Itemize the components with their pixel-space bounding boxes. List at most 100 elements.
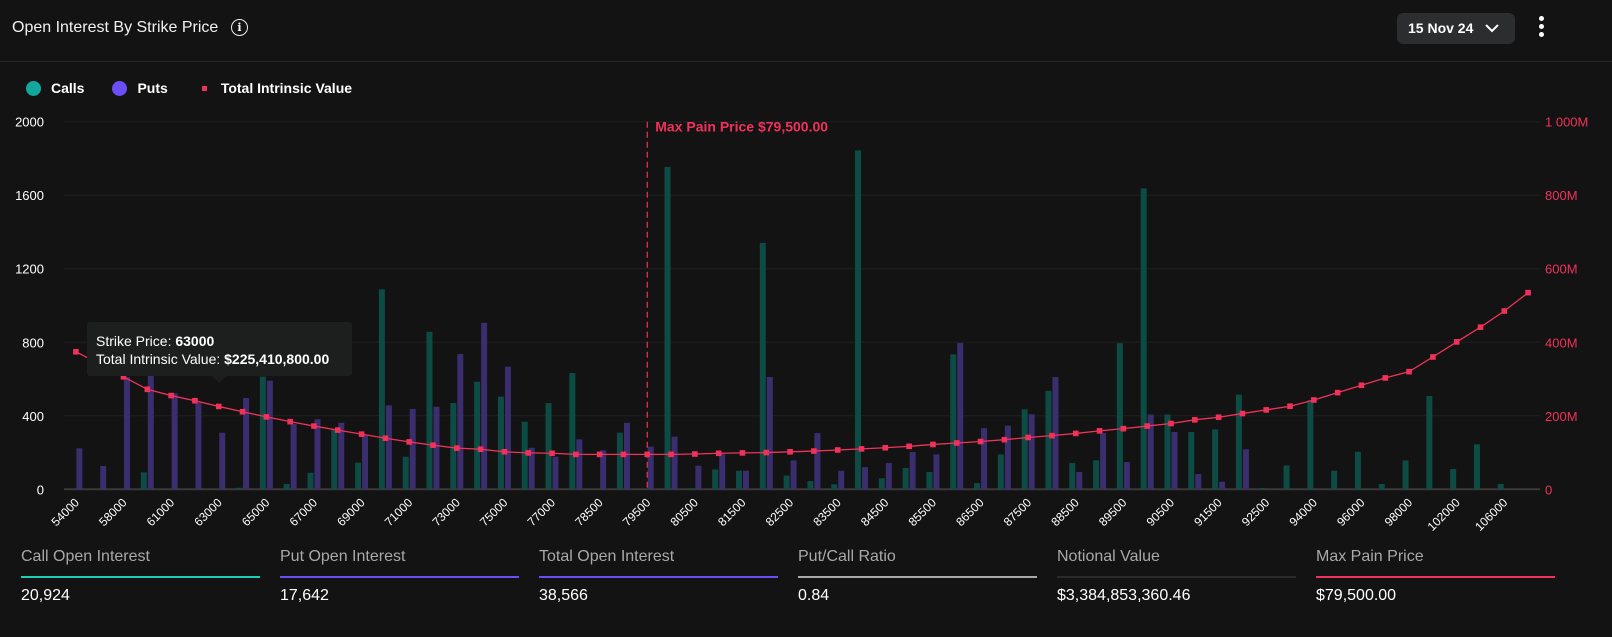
call-bar (1307, 400, 1314, 490)
more-vertical-icon[interactable] (1535, 16, 1547, 42)
put-bar (933, 454, 940, 490)
call-bar (1450, 469, 1457, 490)
call-bar (735, 470, 742, 490)
call-bar (1188, 431, 1195, 490)
intrinsic-value-point (1358, 382, 1365, 389)
y-right-tick-label: 200M (1545, 409, 1578, 424)
put-bar (1195, 474, 1202, 490)
y-right-tick-label: 400M (1545, 335, 1578, 350)
call-bar (950, 354, 957, 490)
intrinsic-value-point (311, 423, 317, 429)
call-bar (355, 462, 362, 490)
intrinsic-value-point (834, 447, 841, 453)
puts-swatch-icon (112, 80, 128, 96)
stat-label: Call Open Interest (21, 548, 150, 565)
x-tick-label: 106000 (1472, 495, 1510, 533)
put-bar (909, 451, 916, 490)
put-bar (195, 402, 202, 490)
x-tick-label: 87500 (1001, 495, 1035, 529)
put-bar (1028, 414, 1035, 490)
legend-label: Puts (137, 80, 168, 96)
x-tick-label: 81500 (715, 495, 749, 529)
put-bar (576, 439, 583, 490)
stat-label: Notional Value (1057, 548, 1160, 565)
call-bar (140, 472, 147, 490)
intrinsic-value-point (430, 442, 436, 448)
x-tick-label: 94000 (1286, 495, 1320, 529)
call-bar (616, 432, 623, 490)
put-bar (219, 432, 226, 490)
intrinsic-value-point (192, 397, 198, 404)
intrinsic-value-point (287, 418, 293, 425)
y-right-tick-label: 0 (1545, 482, 1552, 497)
x-tick-label: 102000 (1425, 495, 1463, 533)
call-bar (1497, 483, 1504, 490)
intrinsic-value-point (858, 446, 865, 452)
intrinsic-value-point (1477, 324, 1484, 330)
intrinsic-value-point (787, 449, 793, 455)
call-bar (259, 376, 266, 490)
legend-item-puts[interactable]: Puts (112, 80, 168, 96)
stat-label: Max Pain Price (1316, 548, 1424, 565)
call-bar (402, 456, 409, 490)
intrinsic-value-point (215, 403, 222, 410)
put-bar (1100, 433, 1107, 490)
intrinsic-value-point (501, 449, 508, 455)
tooltip-arrow (212, 376, 226, 383)
chevron-down-icon (1485, 24, 1499, 33)
put-bar (1242, 449, 1249, 490)
intrinsic-value-point (1501, 308, 1508, 314)
y-left-tick-label: 400 (22, 409, 44, 424)
y-right-tick-label: 800M (1545, 188, 1578, 203)
call-bar (1378, 483, 1385, 490)
call-bar (1402, 460, 1409, 490)
legend-item-calls[interactable]: Calls (26, 80, 84, 96)
put-bar (171, 393, 178, 490)
stat-put-call-ratio: Put/Call Ratio 0.84 (798, 548, 1037, 605)
stat-total-open-interest: Total Open Interest 38,566 (539, 548, 778, 605)
intrinsic-value-point (1192, 417, 1198, 423)
put-bar (790, 460, 797, 490)
legend-label: Calls (51, 80, 85, 96)
put-bar (957, 342, 964, 490)
x-tick-label: 83500 (810, 495, 844, 529)
intrinsic-value-point (1334, 389, 1341, 396)
put-bar (385, 405, 392, 490)
calls-swatch-icon (26, 80, 41, 96)
intrinsic-value-point (977, 438, 984, 445)
call-bar (807, 481, 814, 490)
put-bar (100, 465, 107, 490)
chart-tooltip: Strike Price: 63000 Total Intrinsic Valu… (87, 322, 352, 383)
call-bar (378, 289, 385, 490)
x-tick-label: 65000 (239, 495, 273, 529)
call-bar (926, 472, 933, 490)
intrinsic-value-point (263, 414, 270, 420)
intrinsic-value-point (1120, 425, 1127, 432)
legend-item-intrinsic[interactable]: Total Intrinsic Value (196, 80, 352, 96)
put-bar (552, 456, 559, 490)
call-bar (1354, 451, 1361, 490)
put-bar (409, 408, 416, 490)
intrinsic-value-point (1025, 434, 1031, 441)
expiry-date-dropdown[interactable]: 15 Nov 24 (1397, 13, 1515, 44)
intrinsic-value-point (1263, 407, 1270, 413)
y-right-tick-label: 1 000M (1545, 115, 1588, 130)
stat-notional-value: Notional Value $3,384,853,360.46 (1057, 548, 1296, 605)
chart-legend: Calls Puts Total Intrinsic Value (26, 80, 380, 96)
info-icon[interactable]: i (231, 19, 248, 36)
intrinsic-value-point (692, 451, 698, 457)
put-bar (362, 435, 369, 490)
call-bar (688, 488, 695, 490)
call-bar (1116, 343, 1123, 490)
intrinsic-value-point (1525, 289, 1531, 296)
put-bar (695, 465, 702, 490)
call-bar (855, 150, 862, 490)
call-bar (1331, 470, 1338, 490)
stat-underline (539, 576, 778, 578)
put-bar (457, 354, 464, 490)
intrinsic-value-point (1215, 414, 1222, 421)
stat-put-open-interest: Put Open Interest 17,642 (280, 548, 519, 605)
put-bar (266, 380, 273, 490)
call-bar (426, 331, 433, 490)
intrinsic-value-point (763, 449, 770, 456)
